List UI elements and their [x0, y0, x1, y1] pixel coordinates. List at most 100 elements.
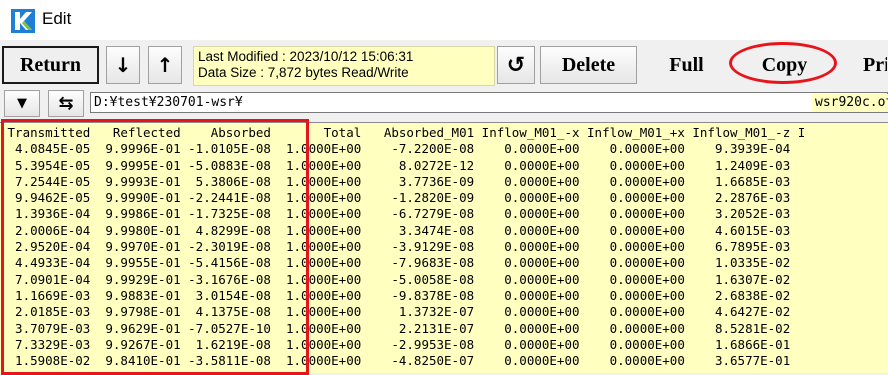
table-cell: 0.0000E+00	[579, 271, 685, 287]
table-cell: 0.0000E+00	[474, 336, 580, 352]
table-cell: 1.3732E-07	[361, 304, 475, 320]
table-cell: 9.9993E-01	[90, 173, 181, 189]
table-row[interactable]: 7.3329E-03 9.9267E-01 1.6219E-08 1.0000E…	[0, 337, 805, 353]
table-header: Transmitted Reflected Absorbed Total Abs…	[0, 125, 806, 141]
table-cell: -1.0105E-08	[180, 141, 271, 157]
table-cell: 9.9996E-01	[90, 141, 181, 157]
swap-button[interactable]: ⇆	[48, 90, 84, 117]
table-cell: 0.0000E+00	[579, 239, 685, 255]
table-cell: 0.0000E+00	[474, 255, 580, 271]
table-cell: -5.0883E-08	[180, 157, 271, 173]
table-cell: 2.0185E-03	[0, 304, 91, 320]
column-header: Absorbed_M01	[361, 125, 475, 140]
table-cell: 0.0000E+00	[474, 287, 580, 303]
table-cell: 1.0000E+00	[270, 304, 362, 320]
table-cell: 9.9929E-01	[90, 271, 181, 287]
column-header: Reflected	[90, 125, 181, 140]
table-cell: 2.2876E-03	[684, 190, 791, 206]
table-cell: 1.0000E+00	[270, 320, 362, 336]
table-cell: 1.0000E+00	[270, 239, 362, 255]
table-row[interactable]: 5.3954E-05 9.9995E-01 -5.0883E-08 1.0000…	[0, 158, 805, 174]
table-row[interactable]: 4.4933E-04 9.9955E-01 -5.4156E-08 1.0000…	[0, 255, 805, 271]
table-cell: 0.0000E+00	[474, 222, 580, 238]
table-cell: 5.3954E-05	[0, 157, 91, 173]
table-cell: -7.0527E-10	[180, 320, 271, 336]
table-row[interactable]: 7.0901E-04 9.9929E-01 -3.1676E-08 1.0000…	[0, 272, 805, 288]
last-modified-text: Last Modified : 2023/10/12 15:06:31	[198, 49, 414, 64]
table-cell: 0.0000E+00	[474, 141, 580, 157]
table-cell: 3.3474E-08	[361, 222, 475, 238]
table-cell: 2.6838E-02	[684, 287, 791, 303]
table-cell: 1.0000E+00	[270, 190, 362, 206]
table-cell: -3.5811E-08	[180, 353, 271, 369]
table-cell: 1.0000E+00	[270, 157, 362, 173]
table-cell: 9.9267E-01	[90, 336, 181, 352]
table-row[interactable]: 2.9520E-04 9.9970E-01 -2.3019E-08 1.0000…	[0, 239, 805, 255]
table-cell: 1.1669E-03	[0, 287, 91, 303]
table-cell: 2.9520E-04	[0, 239, 91, 255]
table-cell: 0.0000E+00	[579, 320, 685, 336]
table-cell: 7.2544E-05	[0, 173, 91, 189]
up-arrow-icon: ↑	[156, 53, 174, 77]
column-header: Total	[270, 125, 362, 140]
full-button[interactable]: Full	[638, 46, 735, 84]
return-button[interactable]: Return	[2, 46, 99, 84]
table-cell: 4.6427E-02	[684, 304, 791, 320]
column-header: Transmitted	[0, 125, 91, 140]
print-button[interactable]: Pri	[840, 46, 888, 84]
table-cell: 1.5908E-02	[0, 353, 91, 369]
table-cell: -4.8250E-07	[361, 353, 475, 369]
reload-button[interactable]: ↺	[497, 46, 535, 84]
table-cell: 1.0000E+00	[270, 336, 362, 352]
table-cell: -9.8378E-08	[361, 287, 475, 303]
table-cell: 7.3329E-03	[0, 336, 91, 352]
table-cell: 7.0901E-04	[0, 271, 91, 287]
table-cell: -2.3019E-08	[180, 239, 271, 255]
table-cell: 9.9883E-01	[90, 287, 181, 303]
file-name-field[interactable]: wsr920c.ot	[812, 94, 888, 112]
table-cell: 0.0000E+00	[579, 141, 685, 157]
table-cell: -5.0058E-08	[361, 271, 475, 287]
table-cell: 1.0000E+00	[270, 255, 362, 271]
table-cell: 0.0000E+00	[474, 157, 580, 173]
title-bar: Edit	[0, 0, 888, 40]
table-row[interactable]: 2.0006E-04 9.9980E-01 4.8299E-08 1.0000E…	[0, 223, 805, 239]
table-cell: 5.3806E-08	[180, 173, 271, 189]
table-row[interactable]: 1.3936E-04 9.9986E-01 -1.7325E-08 1.0000…	[0, 206, 805, 222]
table-row[interactable]: 4.0845E-05 9.9996E-01 -1.0105E-08 1.0000…	[0, 141, 805, 157]
table-cell: -3.9129E-08	[361, 239, 475, 255]
table-cell: 0.0000E+00	[474, 239, 580, 255]
table-cell: 9.3939E-04	[684, 141, 791, 157]
dropdown-button[interactable]: ▼	[4, 90, 40, 117]
table-row[interactable]: 7.2544E-05 9.9993E-01 5.3806E-08 1.0000E…	[0, 174, 805, 190]
column-header: I	[790, 125, 806, 140]
table-cell: 6.7895E-03	[684, 239, 791, 255]
k-logo-icon	[11, 9, 35, 33]
data-grid[interactable]: Transmitted Reflected Absorbed Total Abs…	[0, 122, 888, 373]
table-cell: 0.0000E+00	[474, 320, 580, 336]
table-row[interactable]: 2.0185E-03 9.9798E-01 4.1375E-08 1.0000E…	[0, 304, 805, 320]
table-row[interactable]: 1.5908E-02 9.8410E-01 -3.5811E-08 1.0000…	[0, 353, 805, 369]
table-cell: 9.9995E-01	[90, 157, 181, 173]
table-cell: 1.0000E+00	[270, 173, 362, 189]
delete-button[interactable]: Delete	[540, 46, 637, 84]
window-title: Edit	[42, 9, 72, 28]
table-row[interactable]: 1.1669E-03 9.9883E-01 3.0154E-08 1.0000E…	[0, 288, 805, 304]
column-header: Absorbed	[180, 125, 271, 140]
move-down-button[interactable]: ↓	[106, 46, 140, 84]
table-cell: -5.4156E-08	[180, 255, 271, 271]
table-row[interactable]: 3.7079E-03 9.9629E-01 -7.0527E-10 1.0000…	[0, 321, 805, 337]
table-row[interactable]: 9.9462E-05 9.9990E-01 -2.2441E-08 1.0000…	[0, 190, 805, 206]
table-cell: -3.1676E-08	[180, 271, 271, 287]
table-cell: 3.6577E-01	[684, 353, 791, 369]
move-up-button[interactable]: ↑	[148, 46, 182, 84]
table-cell: 4.8299E-08	[180, 222, 271, 238]
swap-icon: ⇆	[58, 93, 74, 114]
table-cell: 0.0000E+00	[579, 287, 685, 303]
folder-path-field[interactable]: D:¥test¥230701-wsr¥	[90, 92, 888, 113]
copy-button[interactable]: Copy	[736, 46, 833, 84]
table-cell: 2.2131E-07	[361, 320, 475, 336]
table-cell: 9.8410E-01	[90, 353, 181, 369]
table-cell: 0.0000E+00	[474, 271, 580, 287]
table-cell: 0.0000E+00	[579, 190, 685, 206]
